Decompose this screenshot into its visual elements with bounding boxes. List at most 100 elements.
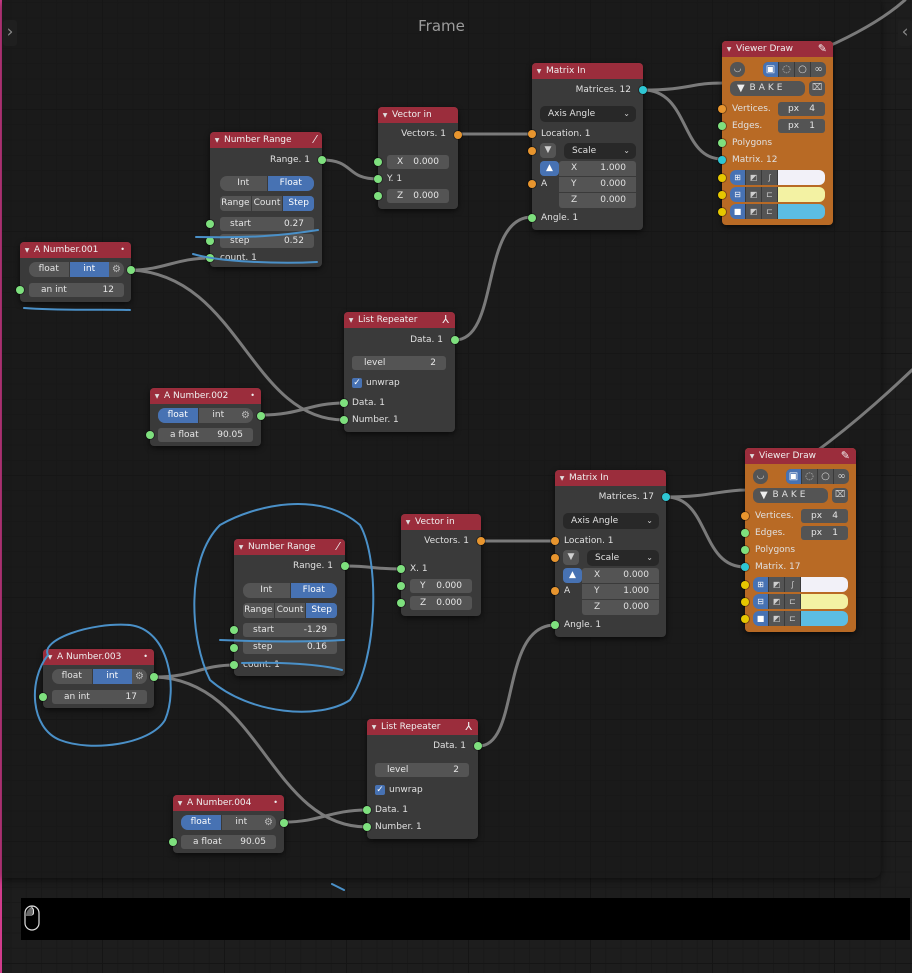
value-field[interactable]: an int 12: [29, 283, 124, 297]
mode-option-count[interactable]: Count: [275, 603, 307, 618]
node-header[interactable]: ▼ Viewer Draw ✎: [722, 41, 833, 57]
vertex-mode-icon[interactable]: ⊞: [753, 577, 769, 592]
input-socket[interactable]: [718, 174, 726, 182]
expand-toggle-icon[interactable]: ▲: [563, 568, 582, 583]
mode-option-step[interactable]: Step: [306, 603, 337, 618]
input-socket[interactable]: [374, 192, 382, 200]
type-option-float[interactable]: float: [158, 408, 199, 423]
mode-option-range[interactable]: Range: [243, 603, 275, 618]
input-socket[interactable]: [16, 286, 24, 294]
type-toggle[interactable]: Int Float: [243, 583, 337, 598]
start-field[interactable]: start 0.27: [220, 217, 314, 231]
node-header[interactable]: ▼ A Number.002 •: [150, 388, 261, 404]
cube-icon[interactable]: ▣: [786, 469, 802, 484]
vertex-size-field[interactable]: px 4: [778, 102, 825, 116]
output-socket[interactable]: [318, 156, 326, 164]
y-field[interactable]: Y 0.000: [410, 579, 472, 593]
circle-icon[interactable]: ○: [818, 469, 834, 484]
vertex-mode-icon[interactable]: ⊞: [730, 170, 746, 185]
collapse-icon[interactable]: ▼: [20, 247, 34, 254]
node-header[interactable]: ▼ List Repeater ⅄: [367, 719, 478, 735]
start-field[interactable]: start -1.29: [243, 623, 337, 637]
type-toggle[interactable]: float int: [29, 262, 109, 277]
mode-toggle[interactable]: Range Count Step: [243, 603, 337, 618]
type-option-int[interactable]: int: [222, 815, 262, 830]
shade-icon[interactable]: ◩: [746, 187, 762, 202]
gears-icon[interactable]: ⚙: [109, 262, 124, 277]
collapse-icon[interactable]: ▼: [234, 544, 248, 551]
shade-icon[interactable]: ◩: [746, 204, 762, 219]
axis-z-field[interactable]: Z 0.000: [582, 600, 659, 615]
input-socket[interactable]: [718, 208, 726, 216]
level-field[interactable]: level 2: [352, 356, 446, 370]
gears-icon[interactable]: ⚙: [261, 815, 276, 830]
input-socket[interactable]: [230, 626, 238, 634]
edge-mode-icon[interactable]: ⊟: [730, 187, 746, 202]
output-socket[interactable]: [662, 493, 670, 501]
node-header[interactable]: ▼ Matrix In: [532, 63, 643, 79]
vertex-color-row[interactable]: ⊞ ◩ ∫: [730, 170, 825, 185]
face-color-swatch[interactable]: [801, 611, 848, 626]
input-socket[interactable]: [741, 615, 749, 623]
shade-icon[interactable]: ◩: [746, 170, 762, 185]
display-mode-toggle[interactable]: ▣ ◌ ○ ∞: [763, 62, 826, 77]
type-toggle[interactable]: float int: [52, 669, 132, 684]
value-field[interactable]: a float 90.05: [181, 835, 276, 849]
collapse-toggle-icon[interactable]: ▼: [563, 550, 579, 565]
node-header[interactable]: ▼ Vector in: [401, 514, 481, 530]
axis-vector[interactable]: X 1.000 Y 0.000 Z 0.000: [559, 161, 636, 208]
collapse-icon[interactable]: ▼: [43, 654, 57, 661]
circle-icon[interactable]: ○: [795, 62, 811, 77]
input-socket[interactable]: [39, 693, 47, 701]
expand-toggle-icon[interactable]: ▲: [540, 161, 559, 176]
output-socket[interactable]: [477, 537, 485, 545]
collapse-icon[interactable]: ▼: [532, 68, 546, 75]
output-socket[interactable]: [341, 562, 349, 570]
input-socket[interactable]: [741, 598, 749, 606]
viewer-draw-node[interactable]: ▼ Viewer Draw ✎ ◡ ▣ ◌ ○ ∞ ▼ BAKE ⌧ Verti…: [718, 41, 833, 225]
value-field[interactable]: an int 17: [52, 690, 147, 704]
curve-icon[interactable]: ∫: [785, 577, 801, 592]
step-field[interactable]: step 0.16: [243, 640, 337, 654]
node-tree-icon[interactable]: ⊏: [762, 204, 778, 219]
curve-icon[interactable]: ∫: [762, 170, 778, 185]
axis-z-field[interactable]: Z 0.000: [559, 193, 636, 208]
value-field[interactable]: a float 90.05: [158, 428, 253, 442]
edge-mode-icon[interactable]: ⊟: [753, 594, 769, 609]
frame-select-icon[interactable]: ⌧: [809, 81, 825, 96]
input-socket[interactable]: [206, 220, 214, 228]
shade-icon[interactable]: ◩: [769, 594, 785, 609]
circle-dotted-icon[interactable]: ◌: [802, 469, 818, 484]
node-header[interactable]: ▼ Number Range ⁄: [234, 539, 345, 555]
type-option-int[interactable]: int: [199, 408, 239, 423]
input-socket[interactable]: [206, 237, 214, 245]
mode-toggle[interactable]: Range Count Step: [220, 196, 314, 211]
axis-x-field[interactable]: X 1.000: [559, 161, 636, 177]
face-mode-icon[interactable]: ■: [753, 611, 769, 626]
collapse-icon[interactable]: ▼: [722, 46, 736, 53]
step-field[interactable]: step 0.52: [220, 234, 314, 248]
scale-dropdown[interactable]: Scale ⌄: [564, 143, 636, 159]
collapse-icon[interactable]: ▼: [745, 453, 759, 460]
circle-dotted-icon[interactable]: ◌: [779, 62, 795, 77]
axis-vector[interactable]: X 0.000 Y 1.000 Z 0.000: [582, 568, 659, 615]
type-toggle[interactable]: Int Float: [220, 176, 314, 191]
input-socket[interactable]: [528, 147, 536, 155]
input-socket[interactable]: [741, 581, 749, 589]
shade-icon[interactable]: ◩: [769, 577, 785, 592]
node-header[interactable]: ▼ Vector in: [378, 107, 458, 123]
a-number-node[interactable]: ▼ A Number.003 • float int ⚙ an int 17: [39, 649, 158, 708]
output-socket[interactable]: [639, 86, 647, 94]
link-icon[interactable]: ∞: [834, 469, 849, 484]
display-mode-toggle[interactable]: ▣ ◌ ○ ∞: [786, 469, 849, 484]
type-option-float[interactable]: float: [29, 262, 70, 277]
axis-y-field[interactable]: Y 0.000: [559, 177, 636, 193]
node-header[interactable]: ▼ A Number.003 •: [43, 649, 154, 665]
collapse-icon[interactable]: ▼: [555, 475, 569, 482]
type-option-float[interactable]: float: [52, 669, 93, 684]
type-toggle[interactable]: float int: [158, 408, 238, 423]
link-icon[interactable]: ∞: [811, 62, 826, 77]
type-toggle[interactable]: float int: [181, 815, 261, 830]
type-option-float[interactable]: float: [181, 815, 222, 830]
output-socket[interactable]: [451, 336, 459, 344]
